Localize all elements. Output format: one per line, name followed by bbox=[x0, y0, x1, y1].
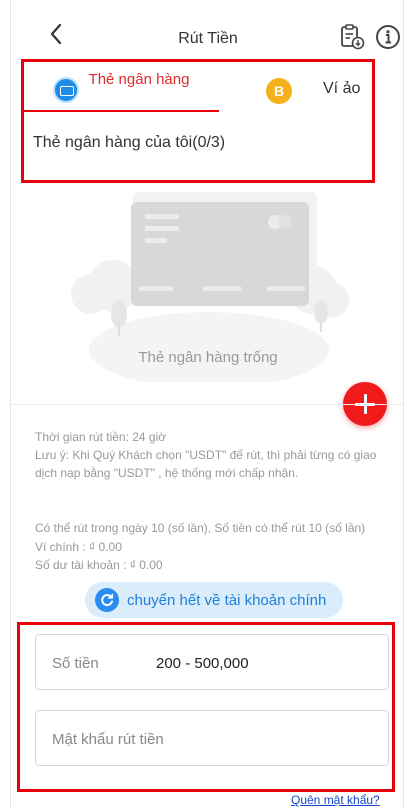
active-tab-indicator bbox=[21, 110, 219, 112]
tab-bank-card[interactable]: Thẻ ngân hàng bbox=[21, 61, 207, 113]
amount-range: 200 - 500,000 bbox=[156, 655, 249, 672]
amount-label: Số tiền bbox=[52, 655, 99, 672]
main-wallet-balance: Ví chính : ₫ 0.00 bbox=[35, 540, 122, 554]
withdraw-time-note: Thời gian rút tiền: 24 giờ bbox=[35, 430, 167, 444]
withdraw-password-placeholder: Mật khẩu rút tiền bbox=[52, 731, 164, 748]
withdraw-password-field[interactable]: Mật khẩu rút tiền bbox=[35, 710, 389, 766]
bitcoin-coin-icon: B bbox=[266, 78, 292, 104]
withdraw-page: Rút Tiền Thẻ ngân hàng B Ví ảo Thẻ ngân … bbox=[10, 0, 405, 808]
tab-virtual-wallet[interactable]: B Ví ảo bbox=[253, 61, 383, 113]
bank-card-icon bbox=[53, 77, 79, 103]
tab-bar: Thẻ ngân hàng B Ví ảo bbox=[21, 61, 385, 113]
transfer-all-button[interactable]: chuyển hết về tài khoản chính bbox=[85, 582, 343, 618]
info-circle-icon[interactable] bbox=[375, 24, 401, 50]
account-balance: Số dư tài khoản : ₫ 0.00 bbox=[35, 558, 163, 572]
refresh-icon bbox=[95, 588, 119, 612]
header: Rút Tiền bbox=[11, 0, 405, 58]
tab-bank-card-label: Thẻ ngân hàng bbox=[88, 71, 190, 88]
empty-cards-text: Thẻ ngân hàng trống bbox=[138, 349, 278, 366]
my-cards-heading: Thẻ ngân hàng của tôi(0/3) bbox=[33, 134, 226, 151]
forgot-password-link[interactable]: Quên mật khẩu? bbox=[291, 793, 380, 807]
transfer-all-label: chuyển hết về tài khoản chính bbox=[127, 592, 327, 609]
clipboard-download-icon[interactable] bbox=[339, 24, 365, 50]
divider bbox=[11, 404, 405, 405]
amount-field[interactable]: Số tiền 200 - 500,000 bbox=[35, 634, 389, 690]
tab-virtual-wallet-label: Ví ảo bbox=[323, 80, 361, 97]
withdraw-limit-note: Có thể rút trong ngày 10 (số lần), Số ti… bbox=[35, 521, 366, 535]
usdt-warning-note: Lưu ý: Khi Quý Khách chọn "USDT" để rút,… bbox=[35, 448, 377, 480]
